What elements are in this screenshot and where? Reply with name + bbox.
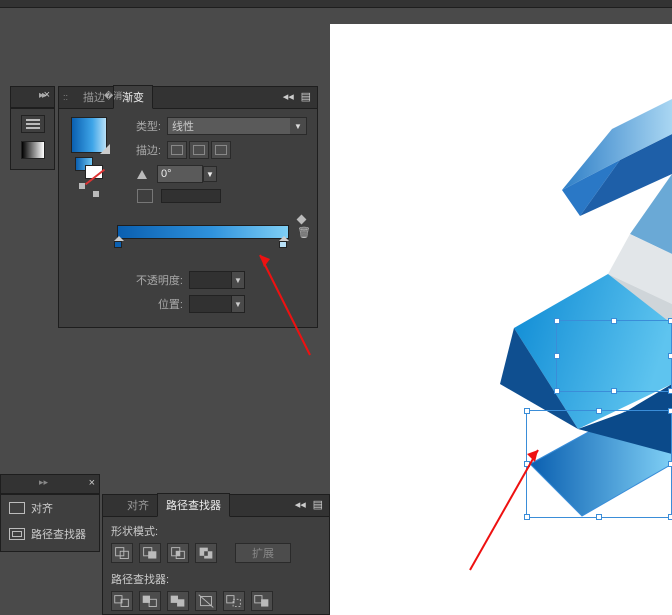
stroke-mode-within[interactable] xyxy=(167,141,187,159)
fill-stroke-toggle[interactable] xyxy=(75,157,103,179)
dock-item-label: 路径查找器 xyxy=(31,526,86,542)
bottom-dock-tabstrip[interactable]: ▸▸ × xyxy=(0,474,100,494)
close-icon[interactable]: × xyxy=(89,477,95,489)
app-titlebar-fragment xyxy=(0,0,672,8)
dock-item-pathfinder[interactable]: 路径查找器 xyxy=(1,521,99,547)
gradient-swatch[interactable] xyxy=(71,117,107,153)
swatch-picker-icon[interactable] xyxy=(100,144,110,154)
aspect-ratio-field[interactable] xyxy=(161,189,221,203)
chevron-down-icon[interactable]: ▼ xyxy=(203,166,217,182)
pathfinder-tabbar: 对齐 路径查找器 ◂◂ ▤ xyxy=(103,495,329,517)
selection-bounds[interactable] xyxy=(526,410,672,518)
gradient-stop-right[interactable] xyxy=(279,236,289,248)
intersect-button[interactable] xyxy=(167,543,189,563)
delete-stop-icon[interactable]: 🗑 xyxy=(297,225,311,239)
flyout-menu-icon[interactable]: ◂◂ xyxy=(283,91,294,103)
opacity-label: 不透明度: xyxy=(129,272,183,288)
midpoint-diamond-icon[interactable] xyxy=(297,215,307,225)
dock-body xyxy=(10,108,55,170)
dock-item-align[interactable]: 对齐 xyxy=(1,495,99,521)
crop-button[interactable] xyxy=(195,591,217,611)
type-value: 线性 xyxy=(172,118,194,134)
gradient-ramp[interactable] xyxy=(117,225,289,239)
position-field[interactable]: ▼ xyxy=(189,295,245,313)
artboard[interactable] xyxy=(330,24,672,615)
reverse-gradient-icon[interactable] xyxy=(79,183,99,197)
position-label: 位置: xyxy=(129,296,183,312)
gradient-slider[interactable]: 🗑 xyxy=(117,219,307,261)
chevron-down-icon: ▼ xyxy=(231,295,245,313)
angle-field[interactable]: 0° ▼ xyxy=(157,165,203,183)
shape-mode-row: 扩展 xyxy=(103,541,329,565)
divide-button[interactable] xyxy=(111,591,133,611)
pathfinder-row-label: 路径查找器: xyxy=(103,565,329,589)
chevron-down-icon: ▼ xyxy=(231,271,245,289)
trim-button[interactable] xyxy=(139,591,161,611)
bottom-dock: 对齐 路径查找器 xyxy=(0,494,100,552)
tab-gradient[interactable]: �消渐变 xyxy=(113,85,153,109)
opacity-field[interactable]: ▼ xyxy=(189,271,245,289)
grip-icon: :: xyxy=(63,92,68,102)
minus-front-button[interactable] xyxy=(139,543,161,563)
collapse-arrow-icon[interactable]: �消 xyxy=(104,89,122,102)
shape-mode-label: 形状模式: xyxy=(103,517,329,541)
dock-item-label: 对齐 xyxy=(31,500,53,516)
panel-menu-icon[interactable]: ▤ xyxy=(313,499,323,511)
stroke-label: 描边: xyxy=(117,142,161,158)
dock-tabstrip[interactable]: ▸▸ × xyxy=(10,86,55,108)
stroke-swatch-none[interactable] xyxy=(85,165,103,179)
flyout-menu-icon[interactable]: ◂◂ xyxy=(295,499,306,511)
align-icon xyxy=(9,502,25,514)
panel-menu-icon[interactable]: ▤ xyxy=(301,91,311,103)
pathfinder-panel: 对齐 路径查找器 ◂◂ ▤ 形状模式: 扩展 路径查找器: xyxy=(102,494,330,615)
angle-value: 0° xyxy=(161,168,172,180)
tab-pathfinder[interactable]: 路径查找器 xyxy=(157,493,230,517)
tab-align[interactable]: 对齐 xyxy=(119,494,157,516)
inner-selection xyxy=(556,320,672,392)
type-dropdown[interactable]: 线性 ▼ xyxy=(167,117,307,135)
stroke-mode-across[interactable] xyxy=(211,141,231,159)
panel-tabbar: :: 描边 �消渐变 ◂◂ ▤ xyxy=(59,87,317,109)
outline-button[interactable] xyxy=(223,591,245,611)
stroke-gradient-mode xyxy=(167,141,231,159)
aspect-ratio-icon xyxy=(137,189,153,203)
pathfinder-icon xyxy=(9,528,25,540)
expand-button[interactable]: 扩展 xyxy=(235,543,291,563)
gradient-panel-icon[interactable] xyxy=(21,141,45,159)
panel-menu-icon[interactable] xyxy=(21,115,45,133)
stroke-mode-along[interactable] xyxy=(189,141,209,159)
gradient-panel: :: 描边 �消渐变 ◂◂ ▤ 类型: 线性 ▼ 描 xyxy=(58,86,318,328)
unite-button[interactable] xyxy=(111,543,133,563)
grip-icon: ▸▸ xyxy=(39,477,48,488)
gradient-stop-left[interactable] xyxy=(114,236,124,248)
angle-icon xyxy=(137,170,147,179)
type-label: 类型: xyxy=(117,118,161,134)
minus-back-button[interactable] xyxy=(251,591,273,611)
chevron-down-icon: ▼ xyxy=(290,118,306,134)
close-icon[interactable]: × xyxy=(44,89,50,101)
tab-gradient-label: 渐变 xyxy=(122,92,144,104)
pathfinder-row xyxy=(103,589,329,613)
merge-button[interactable] xyxy=(167,591,189,611)
exclude-button[interactable] xyxy=(195,543,217,563)
